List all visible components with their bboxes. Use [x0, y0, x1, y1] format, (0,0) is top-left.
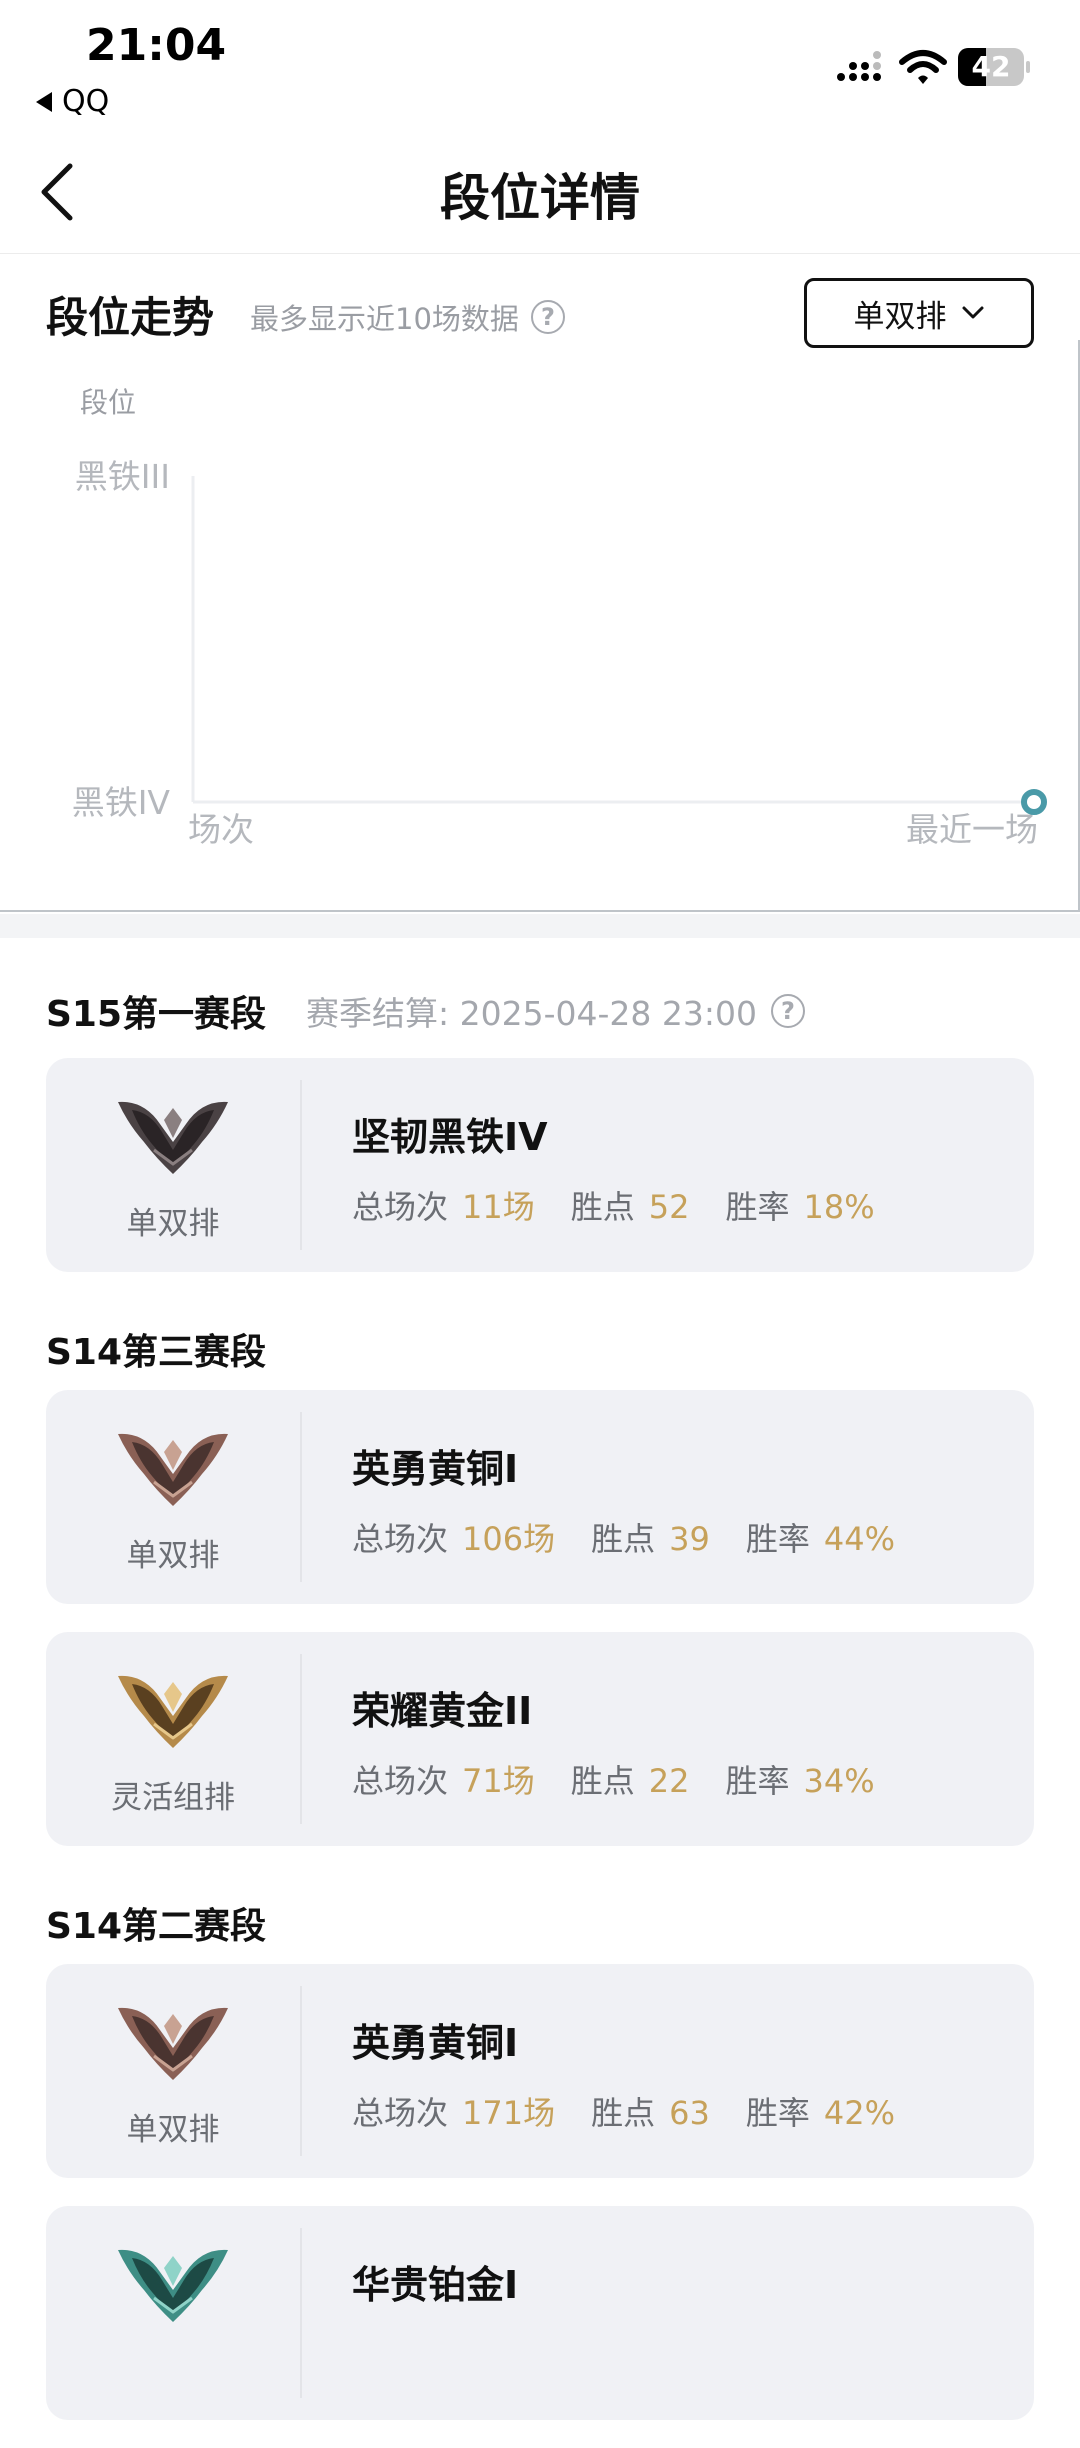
rank-stats: 总场次 171场 胜点 63 胜率 42% [352, 2088, 931, 2134]
rank-divider [300, 1080, 302, 1250]
games-label: 总场次 [352, 1520, 449, 1558]
chart-ylabel: 段位 [80, 386, 136, 419]
winrate-value: 18% [803, 1188, 875, 1226]
rank-emblem-icon [118, 2249, 228, 2322]
winrate-value: 34% [803, 1762, 875, 1800]
x-tick-end: 最近一场 [906, 810, 1038, 849]
games-value: 106场 [462, 1520, 556, 1558]
games-value: 71场 [462, 1762, 535, 1800]
season-header: S15第一赛段 赛季结算: 2025-04-28 23:00 ? [0, 938, 1080, 1058]
season-header: S14第三赛段 [0, 1300, 1080, 1390]
lp-value: 22 [648, 1762, 690, 1800]
queue-label: 单双排 [126, 1206, 220, 1242]
status-bar: 21:04 QQ 42 [0, 0, 1080, 130]
question-circle-icon[interactable]: ? [771, 994, 806, 1028]
queue-label: 灵活组排 [111, 1780, 235, 1816]
rank-card[interactable]: 华贵铂金I [46, 2206, 1034, 2420]
rank-emblem-icon [118, 2007, 228, 2080]
rank-card[interactable]: 单双排 坚韧黑铁IV 总场次 11场 胜点 52 胜率 18% [46, 1058, 1034, 1272]
status-time: 21:04 [86, 20, 227, 71]
rank-stats: 总场次 11场 胜点 52 胜率 18% [352, 1182, 911, 1228]
back-app-label: QQ [62, 84, 110, 119]
battery-icon: 42 [958, 48, 1030, 86]
rank-emblem-icon [118, 1675, 228, 1748]
trend-subtitle-text: 最多显示近10场数据 [250, 302, 519, 336]
lp-value: 39 [669, 1520, 710, 1558]
rank-badge: 单双排 [46, 1058, 300, 1272]
winrate-value: 44% [823, 1520, 895, 1558]
winrate-label: 胜率 [745, 2094, 810, 2132]
rank-name: 英勇黄铜I [352, 2021, 519, 2065]
rank-badge [46, 2206, 300, 2420]
season-header: S14第二赛段 [0, 1874, 1080, 1964]
lp-value: 52 [648, 1188, 690, 1226]
games-label: 总场次 [352, 1188, 449, 1226]
trend-subtitle: 最多显示近10场数据 ? [250, 296, 565, 338]
lp-value: 63 [669, 2094, 710, 2132]
rank-trend-card: 段位走势 最多显示近10场数据 ? 单双排 段位 黑铁IV 黑铁III 场次 最近… [0, 256, 1080, 912]
battery-level: 42 [971, 50, 1011, 83]
rank-card[interactable]: 单双排 英勇黄铜I 总场次 106场 胜点 39 胜率 44% [46, 1390, 1034, 1604]
rank-name: 坚韧黑铁IV [352, 1115, 548, 1159]
season-name: S15第一赛段 [46, 994, 267, 1035]
winrate-label: 胜率 [725, 1762, 790, 1800]
queue-mode-value: 单双排 [853, 298, 947, 335]
season-settle-text: 赛季结算: 2025-04-28 23:00 [306, 994, 758, 1033]
rank-card[interactable]: 单双排 英勇黄铜I 总场次 171场 胜点 63 胜率 42% [46, 1964, 1034, 2178]
queue-mode-select[interactable]: 单双排 [804, 278, 1034, 348]
queue-label: 单双排 [126, 2112, 220, 2148]
winrate-label: 胜率 [725, 1188, 790, 1226]
games-label: 总场次 [352, 2094, 449, 2132]
winrate-value: 42% [823, 2094, 895, 2132]
y-tick-label: 黑铁IV [72, 783, 171, 822]
nav-bar: 段位详情 [0, 130, 1080, 254]
lp-label: 胜点 [591, 2094, 656, 2132]
winrate-label: 胜率 [745, 1520, 810, 1558]
rank-trend-chart: 段位 黑铁IV 黑铁III 场次 最近一场 [0, 366, 1080, 896]
season-settle-time: 赛季结算: 2025-04-28 23:00 ? [306, 987, 806, 1035]
games-value: 11场 [462, 1188, 535, 1226]
chart-svg: 段位 黑铁IV 黑铁III 场次 最近一场 [72, 386, 1047, 849]
y-tick-label: 黑铁III [75, 457, 170, 496]
rank-stats: 总场次 71场 胜点 22 胜率 34% [352, 1756, 911, 1802]
rank-name: 华贵铂金I [352, 2263, 519, 2307]
games-value: 171场 [462, 2094, 556, 2132]
lp-label: 胜点 [591, 1520, 656, 1558]
rank-badge: 单双排 [46, 1390, 300, 1604]
games-label: 总场次 [352, 1762, 449, 1800]
rank-divider [300, 1412, 302, 1582]
trend-title: 段位走势 [46, 293, 215, 342]
rank-card[interactable]: 灵活组排 荣耀黄金II 总场次 71场 胜点 22 胜率 34% [46, 1632, 1034, 1846]
back-to-app-link[interactable]: QQ [36, 84, 109, 119]
wifi-icon [899, 50, 947, 84]
rank-divider [300, 2228, 302, 2398]
queue-label: 单双排 [126, 1538, 220, 1574]
season-name: S14第二赛段 [46, 1906, 267, 1947]
rank-emblem-icon [118, 1433, 228, 1506]
lp-label: 胜点 [570, 1188, 635, 1226]
rank-name: 荣耀黄金II [352, 1689, 533, 1733]
rank-name: 英勇黄铜I [352, 1447, 519, 1491]
rank-badge: 灵活组排 [46, 1632, 300, 1846]
trend-point[interactable] [1021, 789, 1047, 815]
section-divider [0, 914, 1080, 938]
rank-badge: 单双排 [46, 1964, 300, 2178]
x-tick-start: 场次 [188, 810, 254, 849]
cellular-signal-icon [837, 51, 881, 81]
rank-stats: 总场次 106场 胜点 39 胜率 44% [352, 1514, 931, 1560]
question-circle-icon[interactable]: ? [530, 300, 565, 334]
season-history: S15第一赛段 赛季结算: 2025-04-28 23:00 ? 单双排 坚韧黑… [0, 938, 1080, 2448]
rank-divider [300, 1654, 302, 1824]
rank-emblem-icon [118, 1101, 228, 1174]
rank-divider [300, 1986, 302, 2156]
page-title: 段位详情 [440, 169, 640, 227]
back-triangle-icon [36, 91, 52, 112]
chevron-down-icon [962, 306, 983, 319]
season-name: S14第三赛段 [46, 1332, 267, 1373]
lp-label: 胜点 [570, 1762, 635, 1800]
